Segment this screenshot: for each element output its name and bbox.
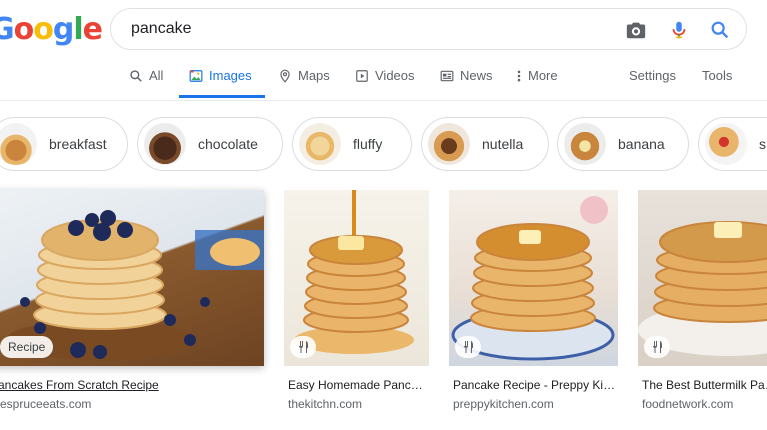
settings-label: Settings: [629, 68, 676, 83]
restaurant-icon: [455, 336, 481, 358]
chip-thumbnail: [564, 123, 606, 165]
chip-thumbnail: [0, 123, 37, 165]
result-title[interactable]: Easy Homemade Panc…: [288, 378, 423, 392]
microphone-icon[interactable]: [667, 18, 691, 42]
logo-letter: G: [0, 12, 15, 47]
tab-label: More: [528, 68, 558, 83]
tab-label: Maps: [298, 68, 330, 83]
chip-label: breakfast: [49, 136, 107, 152]
tools-link[interactable]: Tools: [702, 68, 732, 83]
result-image[interactable]: [284, 190, 429, 366]
chip-chocolate[interactable]: chocolate: [137, 117, 283, 171]
image-result[interactable]: Pancake Recipe - Preppy Ki… preppykitche…: [449, 190, 618, 411]
active-tab-indicator: [179, 95, 265, 98]
result-image[interactable]: [449, 190, 618, 366]
tab-more[interactable]: More: [516, 68, 558, 83]
tab-label: Videos: [375, 68, 415, 83]
map-pin-icon: [280, 69, 290, 83]
tab-maps[interactable]: Maps: [278, 68, 330, 83]
badge-label: Recipe: [8, 340, 46, 354]
result-title[interactable]: Pancakes From Scratch Recipe: [0, 378, 159, 392]
logo-letter: e: [82, 12, 103, 47]
logo-letter: l: [73, 12, 83, 47]
tools-label: Tools: [702, 68, 733, 83]
chip-thumbnail: [428, 123, 470, 165]
chip-label: nutella: [482, 136, 524, 152]
tab-images[interactable]: Images: [189, 68, 252, 83]
search-icon[interactable]: [708, 18, 732, 42]
tab-videos[interactable]: Videos: [355, 68, 415, 83]
camera-icon[interactable]: [624, 18, 648, 42]
image-icon: [189, 69, 203, 82]
search-input[interactable]: pancake: [131, 20, 192, 38]
logo-letter: o: [33, 12, 54, 47]
tab-label: News: [460, 68, 493, 83]
chip-banana[interactable]: banana: [557, 117, 689, 171]
search-icon: [130, 69, 142, 82]
more-vert-icon: [517, 70, 521, 81]
restaurant-icon: [644, 336, 670, 358]
settings-link[interactable]: Settings: [629, 68, 676, 83]
chip-label: s: [759, 136, 766, 152]
chip-fluffy[interactable]: fluffy: [292, 117, 412, 171]
chip-thumbnail: [299, 123, 341, 165]
result-image[interactable]: Recipe: [0, 190, 264, 366]
result-title[interactable]: Pancake Recipe - Preppy Ki…: [453, 378, 615, 392]
tab-all[interactable]: All: [129, 68, 163, 83]
image-result[interactable]: Recipe Pancakes From Scratch Recipe thes…: [0, 190, 264, 411]
chip-nutella[interactable]: nutella: [421, 117, 549, 171]
chip-thumbnail: [705, 123, 747, 165]
chip-s[interactable]: s: [698, 117, 767, 171]
result-image[interactable]: [638, 190, 767, 366]
chip-label: chocolate: [198, 136, 258, 152]
chip-thumbnail: [144, 123, 186, 165]
logo-letter: o: [13, 12, 35, 47]
image-result[interactable]: Easy Homemade Panc… thekitchn.com: [284, 190, 429, 411]
result-source[interactable]: preppykitchen.com: [453, 397, 554, 411]
result-source[interactable]: thekitchn.com: [288, 397, 362, 411]
restaurant-icon: [290, 336, 316, 358]
google-logo[interactable]: Google: [0, 12, 103, 47]
news-icon: [440, 70, 454, 81]
tab-label: All: [149, 68, 164, 83]
result-source[interactable]: foodnetwork.com: [642, 397, 733, 411]
search-tabs: All Images Maps Videos News More Setting…: [0, 58, 767, 101]
image-result[interactable]: The Best Buttermilk Pa… foodnetwork.com: [638, 190, 767, 411]
tab-label: Images: [209, 68, 252, 83]
chip-label: banana: [618, 136, 665, 152]
logo-letter: g: [52, 12, 75, 47]
play-icon: [356, 69, 368, 82]
search-box[interactable]: pancake: [110, 8, 747, 50]
chip-breakfast[interactable]: breakfast: [0, 117, 128, 171]
recipe-badge: Recipe: [0, 336, 54, 358]
result-title[interactable]: The Best Buttermilk Pa…: [642, 378, 767, 392]
tab-news[interactable]: News: [440, 68, 493, 83]
result-source[interactable]: thespruceeats.com: [0, 397, 91, 411]
chip-label: fluffy: [353, 136, 383, 152]
